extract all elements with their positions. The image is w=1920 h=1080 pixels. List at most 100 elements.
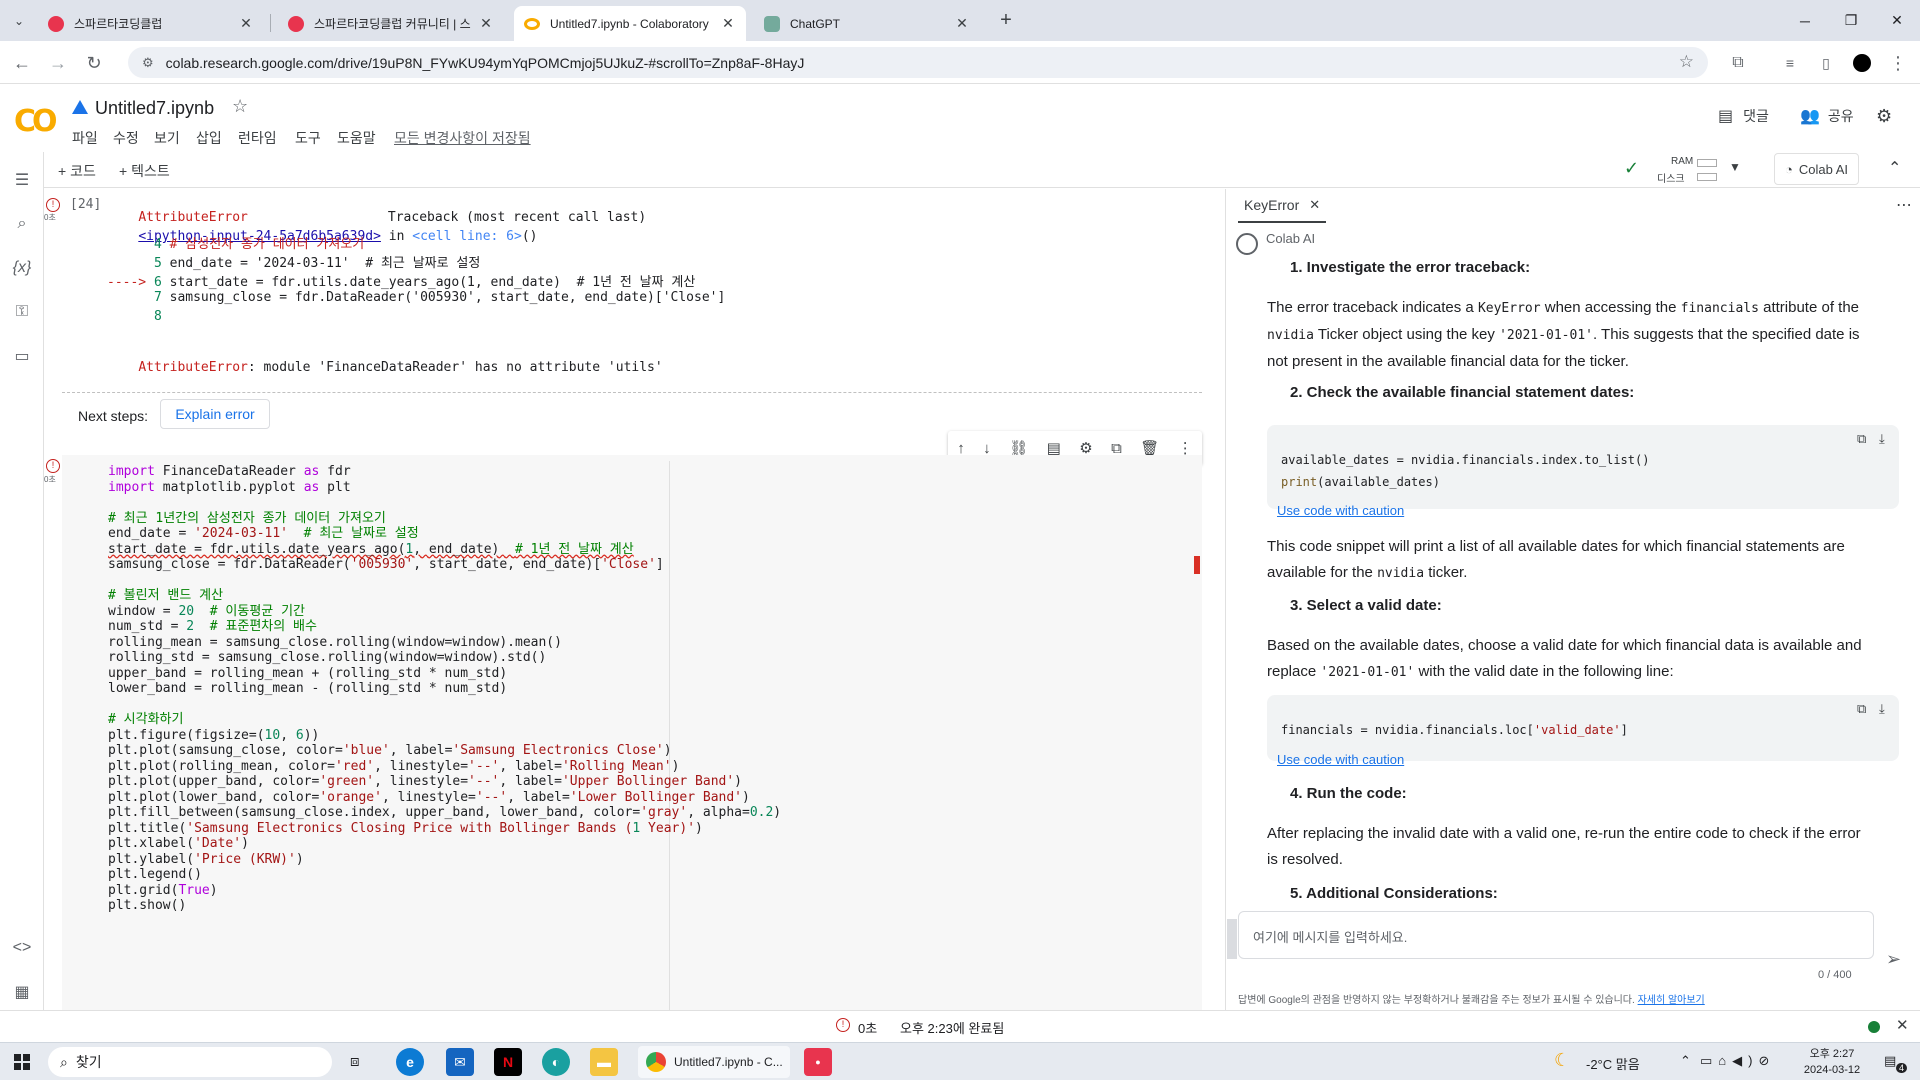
app-icon[interactable]: ◐ — [542, 1048, 570, 1076]
comments-button[interactable]: ▤ 댓글 — [1718, 106, 1769, 126]
table-of-contents-icon[interactable]: ☰ — [8, 166, 36, 194]
code-line[interactable]: import matplotlib.pyplot as plt — [108, 478, 351, 497]
restore-icon[interactable]: ❐ — [1828, 0, 1874, 41]
collapse-chevron-icon[interactable]: ⌃ — [1888, 158, 1901, 178]
windows-start-icon[interactable] — [14, 1054, 30, 1070]
explain-error-button[interactable]: Explain error — [160, 399, 270, 429]
command-palette-icon[interactable]: ▦ — [8, 978, 36, 1006]
minimize-icon[interactable]: ─ — [1782, 0, 1828, 41]
cell-line-link[interactable]: <cell line: 6> — [412, 229, 522, 244]
profile-avatar[interactable] — [1853, 54, 1871, 72]
move-down-icon[interactable]: ↓ — [983, 440, 991, 457]
browser-tab[interactable]: 스파르타코딩클럽 커뮤니티 | 스 ✕ — [278, 6, 504, 41]
close-icon[interactable]: ✕ — [1309, 197, 1320, 213]
copy-icon[interactable]: ⧉ — [1857, 431, 1866, 447]
menu-runtime[interactable]: 런타임 — [238, 128, 277, 148]
add-text-button[interactable]: + 텍스트 — [119, 161, 170, 181]
variables-icon[interactable]: {x} — [8, 254, 36, 282]
settings-gear-icon[interactable]: ⚙ — [1876, 106, 1892, 127]
clock[interactable]: 오후 2:27 2024-03-12 — [1792, 1046, 1872, 1078]
resource-meter[interactable]: RAM 디스크 ▼ — [1657, 154, 1747, 186]
code-line[interactable]: lower_band = rolling_mean - (rolling_std… — [108, 679, 507, 698]
secrets-key-icon[interactable]: ⚿ — [8, 298, 36, 326]
add-code-button[interactable]: + 코드 — [58, 161, 96, 181]
more-options-icon[interactable]: ⋯ — [1896, 195, 1912, 215]
message-input[interactable]: 여기에 메시지를 입력하세요. — [1238, 911, 1874, 959]
tray-icons[interactable]: ▭⌂◀)⊘ — [1700, 1053, 1775, 1069]
search-icon[interactable]: ⌕ — [8, 210, 36, 238]
move-up-icon[interactable]: ↑ — [957, 440, 965, 457]
chevron-down-icon[interactable]: ▼ — [1729, 160, 1741, 174]
send-icon[interactable]: ➢ — [1886, 949, 1901, 970]
saved-status[interactable]: 모든 변경사항이 저장됨 — [394, 128, 531, 148]
tab-close-icon[interactable]: ✕ — [238, 15, 254, 32]
menu-insert[interactable]: 삽입 — [196, 128, 222, 148]
files-folder-icon[interactable]: ▭ — [8, 342, 36, 370]
learn-more-link[interactable]: 자세히 알아보기 — [1638, 995, 1705, 1006]
media-icon[interactable]: ≡ — [1776, 49, 1804, 77]
cell-exec-time: 0초 — [44, 475, 56, 484]
weather-label[interactable]: -2°C 맑음 — [1586, 1054, 1640, 1073]
use-code-with-caution-link[interactable]: Use code with caution — [1277, 752, 1404, 767]
notification-icon[interactable]: ▤ — [1884, 1053, 1896, 1069]
browser-menu-icon[interactable]: ⋮ — [1884, 49, 1912, 77]
close-window-icon[interactable]: ✕ — [1874, 0, 1920, 41]
file-explorer-icon[interactable]: ▬ — [590, 1048, 618, 1076]
reload-icon[interactable]: ↻ — [80, 49, 108, 77]
paragraph: Based on the available dates, choose a v… — [1267, 633, 1907, 686]
cell-error-indicator[interactable]: ! — [46, 459, 60, 473]
menu-edit[interactable]: 수정 — [113, 128, 139, 148]
task-view-icon[interactable]: ⧈ — [350, 1053, 360, 1070]
error-status-icon[interactable]: ! — [836, 1018, 850, 1032]
edge-icon[interactable]: e — [396, 1048, 424, 1076]
insert-code-icon[interactable]: ⤓ — [1879, 701, 1885, 717]
code-line[interactable]: samsung_close = fdr.DataReader('005930',… — [108, 555, 664, 574]
colab-logo-icon[interactable]: CO — [14, 104, 57, 139]
tray-chevron-icon[interactable]: ⌃ — [1680, 1053, 1691, 1069]
menu-help[interactable]: 도움말 — [337, 128, 376, 148]
tab-close-icon[interactable]: ✕ — [720, 15, 736, 32]
mail-icon[interactable]: ✉ — [446, 1048, 474, 1076]
menu-file[interactable]: 파일 — [72, 128, 98, 148]
forward-icon[interactable]: → — [44, 49, 72, 77]
back-icon[interactable]: ← — [8, 49, 36, 77]
notebook-title[interactable]: Untitled7.ipynb — [95, 98, 214, 119]
cell-error-indicator[interactable]: ! — [46, 198, 60, 212]
menu-tools[interactable]: 도구 — [295, 128, 321, 148]
star-icon[interactable]: ☆ — [232, 96, 248, 117]
text: . This suggests that the specified date … — [1592, 326, 1860, 343]
traceback-line: 7 samsung_close = fdr.DataReader('005930… — [107, 290, 725, 305]
taskbar-search[interactable]: ⌕ 찾기 — [48, 1047, 332, 1077]
copy-icon[interactable]: ⧉ — [1857, 701, 1866, 717]
tab-close-icon[interactable]: ✕ — [954, 15, 970, 32]
use-code-with-caution-link[interactable]: Use code with caution — [1277, 503, 1404, 518]
site-info-icon[interactable]: ⚙ — [142, 55, 154, 71]
insert-code-icon[interactable]: ⤓ — [1879, 431, 1885, 447]
browser-tab-active[interactable]: Untitled7.ipynb - Colaboratory ✕ — [514, 6, 746, 41]
line-code: samsung_close = fdr.DataReader('005930',… — [169, 290, 726, 305]
colab-ai-icon: ◔ — [1785, 161, 1793, 177]
code-snippets-icon[interactable]: <> — [8, 934, 36, 962]
browser-tab[interactable]: ChatGPT ✕ — [754, 6, 980, 41]
menu-view[interactable]: 보기 — [154, 128, 180, 148]
url-field[interactable]: ⚙ colab.research.google.com/drive/19uP8N… — [128, 47, 1708, 78]
colab-ai-button[interactable]: ◔ Colab AI — [1774, 153, 1860, 185]
panel-scrollbar[interactable] — [1227, 919, 1237, 959]
browser-tab[interactable]: 스파르타코딩클럽 ✕ — [38, 6, 264, 41]
taskbar-active-app[interactable]: Untitled7.ipynb - C... — [638, 1046, 790, 1078]
pinned-app-icon[interactable]: ● — [804, 1048, 832, 1076]
code-line[interactable]: plt.show() — [108, 896, 186, 915]
exec-duration[interactable]: 0초 — [858, 1018, 877, 1037]
tab-close-icon[interactable]: ✕ — [478, 15, 494, 32]
panel-tab[interactable]: KeyError ✕ — [1238, 189, 1327, 223]
bookmark-star-icon[interactable]: ☆ — [1679, 52, 1694, 72]
new-tab-button[interactable]: + — [993, 8, 1019, 34]
tab-search-icon[interactable]: ⌄ — [8, 10, 30, 32]
code-string: 'valid_date' — [1533, 723, 1621, 737]
netflix-icon[interactable]: N — [494, 1048, 522, 1076]
mirror-cell-icon[interactable]: ⧉ — [1111, 440, 1122, 457]
close-status-icon[interactable]: ✕ — [1896, 1016, 1909, 1034]
extensions-icon[interactable]: ⧉ — [1724, 49, 1752, 77]
side-panel-icon[interactable]: ▯ — [1812, 49, 1840, 77]
share-button[interactable]: 👥 공유 — [1800, 106, 1854, 126]
